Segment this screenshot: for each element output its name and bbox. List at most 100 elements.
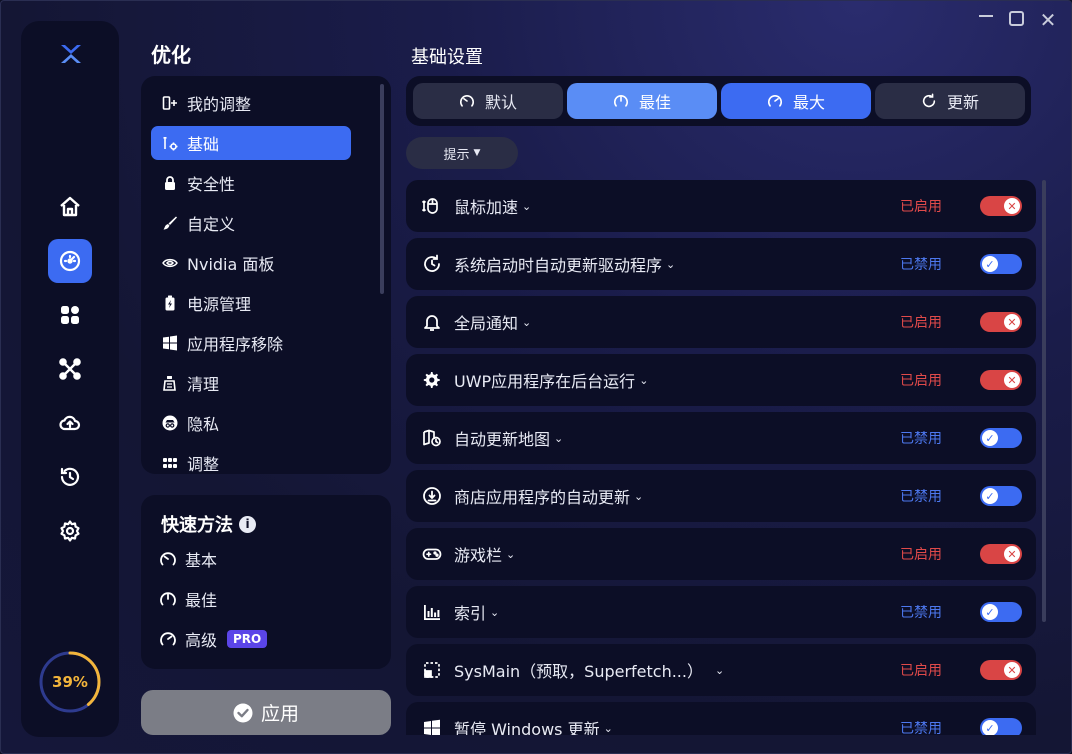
- speed-mid-icon: [160, 592, 176, 606]
- menu-item-power[interactable]: 电源管理: [151, 286, 351, 320]
- setting-toggle[interactable]: ✓: [980, 486, 1022, 506]
- nav-network[interactable]: [48, 347, 92, 391]
- chevron-down-icon[interactable]: ⌄: [506, 548, 515, 561]
- menu-item-label: Nvidia 面板: [187, 255, 275, 274]
- x-logo-icon: [61, 45, 81, 63]
- gear-sync-icon: [423, 372, 440, 388]
- close-icon[interactable]: ✕: [1039, 10, 1057, 30]
- tips-dropdown[interactable]: 提示 ▼: [406, 137, 518, 169]
- list-add-icon: [162, 96, 177, 110]
- setting-row-uwp-background[interactable]: UWP应用程序在后台运行 ⌄ 已启用 ✕: [406, 354, 1036, 406]
- preset-label: 更新: [946, 93, 979, 112]
- gauge-percent: 39%: [52, 673, 88, 691]
- menu-item-basic[interactable]: 基础: [151, 126, 351, 160]
- home-icon: [60, 196, 80, 217]
- menu-item-cleanup[interactable]: 清理: [151, 366, 351, 400]
- left-rail: 39%: [21, 21, 119, 737]
- nav-apps[interactable]: [48, 293, 92, 337]
- settings-gear-icon: [60, 520, 80, 542]
- setting-label: SysMain（预取，Superfetch...）: [454, 662, 703, 681]
- setting-label: 暂停 Windows 更新: [454, 720, 600, 735]
- index-chart-icon: [424, 605, 440, 620]
- quick-item-label: 最佳: [185, 591, 218, 610]
- menu-item-my-tweaks[interactable]: 我的调整: [151, 86, 351, 120]
- setting-row-store-autoupdate[interactable]: 商店应用程序的自动更新 ⌄ 已禁用 ✓: [406, 470, 1036, 522]
- chevron-down-icon[interactable]: ⌄: [715, 664, 724, 677]
- setting-toggle[interactable]: ✕: [980, 196, 1022, 216]
- battery-icon: [165, 295, 175, 311]
- nav-optimize[interactable]: [48, 239, 92, 283]
- setting-toggle[interactable]: ✓: [980, 602, 1022, 622]
- setting-row-global-notifications[interactable]: 全局通知 ⌄ 已启用 ✕: [406, 296, 1036, 348]
- chevron-down-icon[interactable]: ⌄: [554, 432, 563, 445]
- settings-scrollbar[interactable]: [1042, 180, 1046, 622]
- setting-row-driver-autoupdate[interactable]: 系统启动时自动更新驱动程序 ⌄ 已禁用 ✓: [406, 238, 1036, 290]
- history-restore-icon: [60, 467, 80, 486]
- setting-row-pause-windows-update[interactable]: 暂停 Windows 更新 ⌄ 已禁用 ✓: [406, 702, 1036, 735]
- menu-item-nvidia[interactable]: Nvidia 面板: [151, 246, 351, 280]
- setting-toggle[interactable]: ✕: [980, 544, 1022, 564]
- speed-high-icon: [767, 95, 782, 107]
- chevron-down-icon[interactable]: ⌄: [490, 606, 499, 619]
- setting-row-sysmain[interactable]: SysMain（预取，Superfetch...） ⌄ 已启用 ✕: [406, 644, 1036, 696]
- quick-item-best[interactable]: 最佳: [159, 587, 217, 611]
- chevron-down-icon[interactable]: ⌄: [604, 722, 613, 735]
- menu-item-privacy[interactable]: 隐私: [151, 406, 351, 440]
- setting-label: 鼠标加速: [454, 198, 519, 217]
- preset-default-button[interactable]: 默认: [413, 83, 563, 119]
- preset-update-button[interactable]: 更新: [875, 83, 1025, 119]
- setting-status: 已禁用: [900, 489, 942, 505]
- quick-item-advanced[interactable]: 高级 PRO: [159, 627, 268, 651]
- preset-best-button[interactable]: 最佳: [567, 83, 717, 119]
- apply-button[interactable]: 应用: [141, 690, 391, 735]
- setting-status: 已禁用: [900, 721, 942, 735]
- menu-item-label: 安全性: [187, 175, 236, 194]
- tools-icon: [163, 136, 178, 151]
- chevron-down-icon[interactable]: ⌄: [639, 374, 648, 387]
- refresh-icon: [922, 93, 936, 108]
- chevron-down-icon[interactable]: ⌄: [666, 258, 675, 271]
- setting-status: 已禁用: [900, 431, 942, 447]
- chevron-down-icon[interactable]: ⌄: [522, 200, 531, 213]
- info-icon[interactable]: i: [239, 515, 256, 533]
- tips-label: 提示: [443, 147, 470, 163]
- menu-item-label: 电源管理: [187, 295, 252, 314]
- select-box-icon: [424, 662, 440, 678]
- menu-item-customize[interactable]: 自定义: [151, 206, 351, 240]
- setting-toggle[interactable]: ✓: [980, 718, 1022, 735]
- nav-cloud[interactable]: [48, 401, 92, 445]
- check-icon: ✓: [982, 720, 998, 735]
- quick-item-label: 高级: [185, 631, 218, 650]
- menu-item-label: 调整: [187, 455, 220, 474]
- chevron-down-icon[interactable]: ⌄: [634, 490, 643, 503]
- setting-row-map-autoupdate[interactable]: 自动更新地图 ⌄ 已禁用 ✓: [406, 412, 1036, 464]
- quick-item-basic[interactable]: 基本: [159, 547, 217, 571]
- rail-nav: [48, 185, 92, 563]
- optimization-gauge: 39%: [37, 649, 103, 715]
- speed-low-icon: [459, 95, 474, 107]
- menu-item-security[interactable]: 安全性: [151, 166, 351, 200]
- setting-row-indexing[interactable]: 索引 ⌄ 已禁用 ✓: [406, 586, 1036, 638]
- setting-toggle[interactable]: ✕: [980, 370, 1022, 390]
- menu-scrollbar[interactable]: [380, 84, 384, 294]
- close-icon: ✕: [1004, 314, 1020, 330]
- setting-toggle[interactable]: ✕: [980, 660, 1022, 680]
- menu-item-adjust[interactable]: 调整: [151, 446, 351, 474]
- setting-row-mouse-acceleration[interactable]: 鼠标加速 ⌄ 已启用 ✕: [406, 180, 1036, 232]
- close-icon: ✕: [1004, 372, 1020, 388]
- setting-toggle[interactable]: ✕: [980, 312, 1022, 332]
- setting-toggle[interactable]: ✓: [980, 254, 1022, 274]
- setting-label: 全局通知: [454, 314, 519, 333]
- chevron-down-icon[interactable]: ⌄: [522, 316, 531, 329]
- cloud-upload-icon: [59, 415, 81, 431]
- minimize-icon[interactable]: [979, 11, 997, 29]
- menu-item-app-removal[interactable]: 应用程序移除: [151, 326, 351, 360]
- setting-row-game-bar[interactable]: 游戏栏 ⌄ 已启用 ✕: [406, 528, 1036, 580]
- dots-grid-icon: [163, 458, 177, 468]
- setting-toggle[interactable]: ✓: [980, 428, 1022, 448]
- nav-home[interactable]: [48, 185, 92, 229]
- nav-settings[interactable]: [48, 509, 92, 553]
- preset-max-button[interactable]: 最大: [721, 83, 871, 119]
- maximize-icon[interactable]: [1009, 11, 1027, 29]
- nav-restore[interactable]: [48, 455, 92, 499]
